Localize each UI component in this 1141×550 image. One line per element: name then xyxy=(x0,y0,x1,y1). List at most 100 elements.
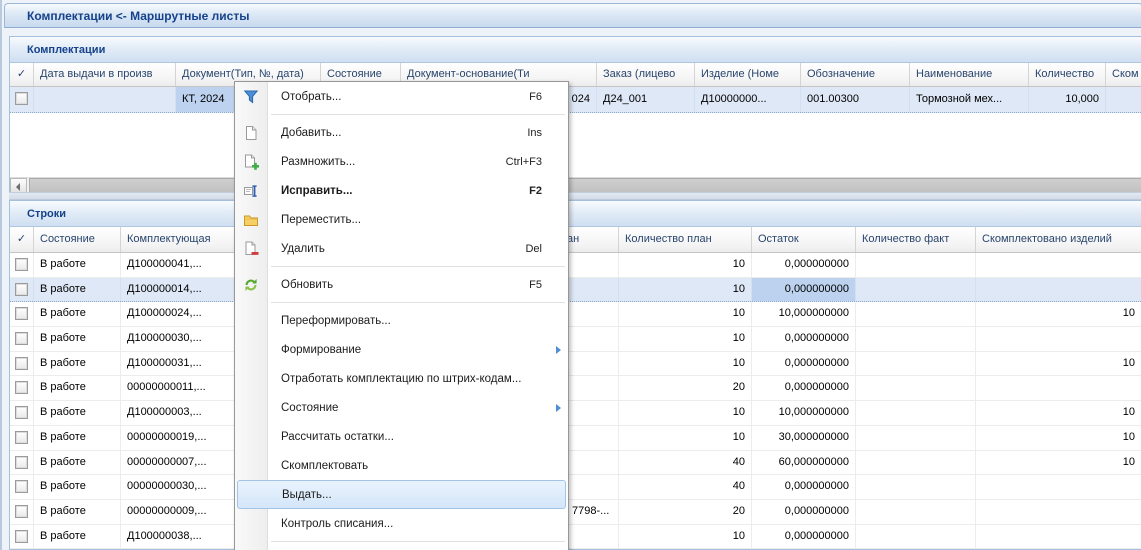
rest-cell[interactable]: 0,000000000 xyxy=(752,253,856,277)
component-cell[interactable]: Д100000030,... xyxy=(121,327,241,351)
table-row[interactable]: В работеД100000014,...100,000000000 xyxy=(10,278,1141,303)
name-cell[interactable]: Тормозной мех... xyxy=(910,87,1029,112)
menu-item[interactable]: Исправить...F2 xyxy=(235,176,568,205)
table-row[interactable]: В работеД100000003,...1010,00000000010 xyxy=(10,401,1141,426)
plan-quantity-cell[interactable]: 40 xyxy=(619,475,752,499)
state-cell[interactable]: В работе xyxy=(34,327,121,351)
row-checkbox[interactable] xyxy=(15,530,28,543)
menu-item[interactable]: Выдать... xyxy=(237,480,566,509)
plan-quantity-cell[interactable]: 10 xyxy=(619,278,752,302)
state-cell[interactable]: В работе xyxy=(34,525,121,549)
plan-quantity-cell[interactable]: 10 xyxy=(619,352,752,376)
table-row[interactable]: В работеД100000031,...100,00000000010 xyxy=(10,352,1141,377)
plan-quantity-cell[interactable]: 10 xyxy=(619,525,752,549)
row-checkbox-cell[interactable] xyxy=(10,401,34,425)
fact-quantity-cell[interactable] xyxy=(856,352,976,376)
rest-cell[interactable]: 0,000000000 xyxy=(752,525,856,549)
row-checkbox[interactable] xyxy=(15,283,28,296)
menu-item[interactable]: Формирование xyxy=(235,335,568,364)
row-checkbox-cell[interactable] xyxy=(10,302,34,326)
row-checkbox[interactable] xyxy=(15,258,28,271)
state-cell[interactable]: В работе xyxy=(34,451,121,475)
column-header[interactable]: Изделие (Номе xyxy=(695,63,801,86)
assembled-products-cell[interactable] xyxy=(976,475,1141,499)
plan-quantity-cell[interactable]: 10 xyxy=(619,302,752,326)
menu-item[interactable]: ОбновитьF5 xyxy=(235,270,568,299)
row-checkbox[interactable] xyxy=(15,456,28,469)
column-header[interactable]: Ском xyxy=(1106,63,1141,86)
menu-item[interactable]: Контроль списания... xyxy=(235,509,568,538)
column-header[interactable]: Обозначение xyxy=(801,63,910,86)
menu-item[interactable]: Размножить...Ctrl+F3 xyxy=(235,147,568,176)
component-cell[interactable]: 00000000011,... xyxy=(121,376,241,400)
table-row[interactable]: В работеД100000038,... 100,000000000 xyxy=(10,525,1141,550)
rest-cell[interactable]: 0,000000000 xyxy=(752,500,856,524)
assembled-products-cell[interactable] xyxy=(976,327,1141,351)
assembled-products-cell[interactable] xyxy=(976,500,1141,524)
component-cell[interactable]: 00000000009,... xyxy=(121,500,241,524)
designation-cell[interactable]: 001.00300 xyxy=(801,87,910,112)
rest-cell[interactable]: 0,000000000 xyxy=(752,327,856,351)
row-checkbox[interactable] xyxy=(15,332,28,345)
menu-item[interactable]: Переформировать... xyxy=(235,306,568,335)
component-cell[interactable]: Д100000003,... xyxy=(121,401,241,425)
rest-cell[interactable]: 30,000000000 xyxy=(752,426,856,450)
row-checkbox[interactable] xyxy=(15,406,28,419)
component-cell[interactable]: Д100000041,... xyxy=(121,253,241,277)
state-cell[interactable]: В работе xyxy=(34,500,121,524)
state-cell[interactable]: В работе xyxy=(34,302,121,326)
table-row[interactable]: В работеД100000030,...100,000000000 xyxy=(10,327,1141,352)
component-cell[interactable]: 00000000030,... xyxy=(121,475,241,499)
menu-item[interactable]: УдалитьDel xyxy=(235,234,568,263)
assembled-products-cell[interactable] xyxy=(976,253,1141,277)
table-row[interactable]: В работе00000000007,...4060,00000000010 xyxy=(10,451,1141,476)
fact-quantity-cell[interactable] xyxy=(856,401,976,425)
rest-cell[interactable]: 0,000000000 xyxy=(752,352,856,376)
table-row[interactable]: В работеД100000024,...1010,00000000010 xyxy=(10,302,1141,327)
row-checkbox-cell[interactable] xyxy=(10,352,34,376)
plan-quantity-cell[interactable]: 10 xyxy=(619,401,752,425)
row-checkbox-cell[interactable] xyxy=(10,87,34,112)
product-cell[interactable]: Д10000000... xyxy=(695,87,801,112)
assembled-products-cell[interactable] xyxy=(976,376,1141,400)
column-header[interactable]: Заказ (лицево xyxy=(597,63,695,86)
panel-splitter[interactable] xyxy=(9,192,1141,200)
menu-item[interactable]: Рассчитать остатки... xyxy=(235,422,568,451)
row-checkbox-cell[interactable] xyxy=(10,278,34,302)
component-cell[interactable]: Д100000031,... xyxy=(121,352,241,376)
row-checkbox-cell[interactable] xyxy=(10,525,34,549)
column-header[interactable]: Состояние xyxy=(34,227,121,252)
row-checkbox-cell[interactable] xyxy=(10,426,34,450)
column-header[interactable]: ✓ xyxy=(10,227,34,252)
menu-item[interactable]: Состояние xyxy=(235,393,568,422)
state-cell[interactable]: В работе xyxy=(34,426,121,450)
assembled-products-cell[interactable] xyxy=(976,278,1141,302)
menu-item[interactable]: Переместить... xyxy=(235,205,568,234)
komplektacii-selected-row[interactable]: КТ, 2024024Д24_001Д10000000...001.00300Т… xyxy=(10,87,1141,113)
state-cell[interactable]: В работе xyxy=(34,401,121,425)
row-checkbox[interactable] xyxy=(15,505,28,518)
component-cell[interactable]: Д100000038,... xyxy=(121,525,241,549)
menu-item[interactable]: Добавить...Ins xyxy=(235,118,568,147)
row-checkbox-cell[interactable] xyxy=(10,451,34,475)
row-checkbox[interactable] xyxy=(15,431,28,444)
rest-cell[interactable]: 10,000000000 xyxy=(752,401,856,425)
row-checkbox-cell[interactable] xyxy=(10,475,34,499)
table-row[interactable]: В работе00000000009,...7798-...200,00000… xyxy=(10,500,1141,525)
state-cell[interactable]: В работе xyxy=(34,475,121,499)
assembled-products-cell[interactable] xyxy=(976,525,1141,549)
column-header[interactable]: Количество факт xyxy=(856,227,976,252)
date-cell[interactable] xyxy=(34,87,176,112)
column-header[interactable]: Скомплектовано изделий xyxy=(976,227,1141,252)
assembled-products-cell[interactable]: 10 xyxy=(976,451,1141,475)
column-header[interactable]: ✓ xyxy=(10,63,34,86)
assembled-products-cell[interactable]: 10 xyxy=(976,401,1141,425)
component-cell[interactable]: 00000000007,... xyxy=(121,451,241,475)
assembled-cell[interactable] xyxy=(1106,87,1141,112)
fact-quantity-cell[interactable] xyxy=(856,376,976,400)
fact-quantity-cell[interactable] xyxy=(856,327,976,351)
component-cell[interactable]: Д100000024,... xyxy=(121,302,241,326)
fact-quantity-cell[interactable] xyxy=(856,451,976,475)
row-checkbox-cell[interactable] xyxy=(10,253,34,277)
column-header[interactable]: Количество xyxy=(1029,63,1106,86)
